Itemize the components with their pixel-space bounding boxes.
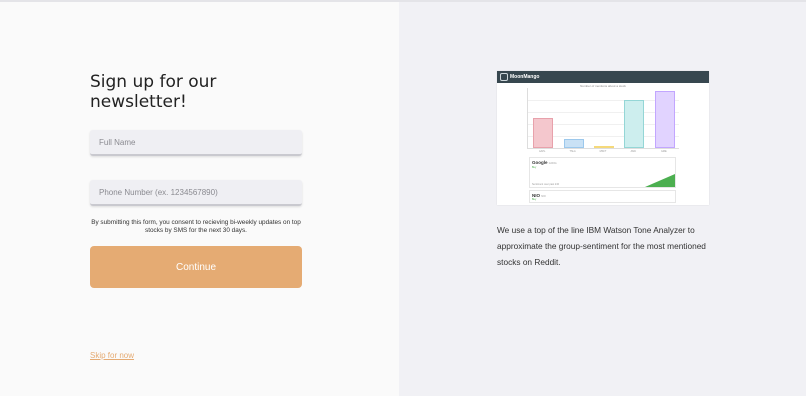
chart-x-label: MSFT bbox=[599, 150, 607, 153]
feature-description: We use a top of the line IBM Watson Tone… bbox=[497, 225, 706, 267]
skip-link[interactable]: Skip for now bbox=[90, 351, 134, 360]
preview-stock-card: NIO NIO Buy bbox=[529, 190, 676, 203]
brand-logo-icon bbox=[500, 73, 508, 81]
chart-x-label: TSLA bbox=[569, 150, 576, 153]
stock-card-title: Google GOOG bbox=[532, 160, 557, 165]
stock-card-sentiment: Buy bbox=[532, 166, 537, 169]
chart-x-label: AAPL bbox=[538, 150, 546, 153]
preview-bar-chart bbox=[527, 88, 679, 149]
chart-x-label: GME bbox=[660, 150, 667, 153]
full-name-input[interactable] bbox=[90, 130, 302, 156]
app-preview-image: MoonMango Number of mentions about a sto… bbox=[497, 71, 709, 205]
chart-bar bbox=[563, 139, 584, 148]
stock-card-footer: Sentiment over past 24h bbox=[532, 183, 560, 186]
chart-x-label: AMC bbox=[630, 150, 637, 153]
chart-bar bbox=[654, 91, 675, 148]
stock-card-sentiment: Buy bbox=[532, 198, 537, 201]
chart-bar bbox=[594, 146, 614, 148]
chart-bar bbox=[624, 100, 645, 148]
chart-bar bbox=[533, 118, 554, 148]
phone-number-input[interactable] bbox=[90, 180, 302, 206]
continue-button[interactable]: Continue bbox=[90, 246, 302, 288]
preview-brand: MoonMango bbox=[510, 74, 540, 80]
page-title: Sign up for our newsletter! bbox=[90, 72, 217, 112]
sentiment-area-chart bbox=[645, 174, 675, 187]
consent-text: By submitting this form, you consent to … bbox=[91, 219, 301, 234]
preview-stock-card: Google GOOG Buy Sentiment over past 24h bbox=[529, 157, 676, 188]
preview-navbar: MoonMango bbox=[497, 71, 709, 83]
